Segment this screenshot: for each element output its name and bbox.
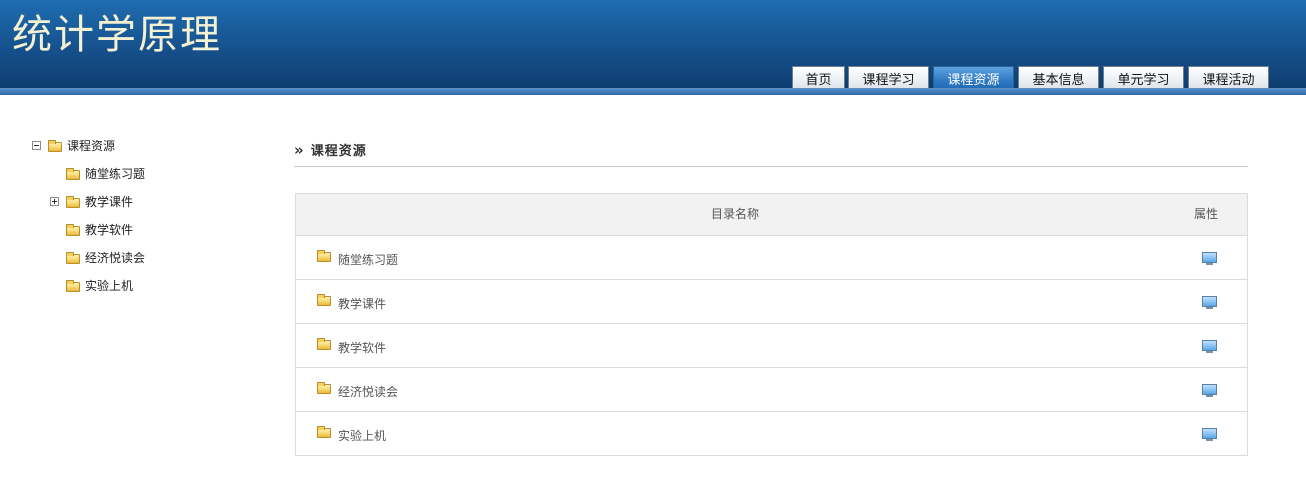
site-title: 统计学原理	[12, 12, 222, 58]
folder-icon	[66, 196, 80, 208]
monitor-icon[interactable]	[1202, 428, 1217, 441]
column-header-name: 目录名称	[710, 207, 759, 221]
monitor-icon[interactable]	[1202, 340, 1217, 353]
monitor-icon[interactable]	[1202, 384, 1217, 397]
folder-icon	[66, 280, 80, 292]
tree-node-label: 课程资源	[67, 139, 116, 153]
folder-icon	[66, 224, 80, 236]
table-row[interactable]: 教学软件	[296, 324, 1247, 368]
table-row[interactable]: 教学课件	[296, 280, 1247, 324]
table-row[interactable]: 随堂练习题	[296, 236, 1247, 280]
folder-icon	[66, 252, 80, 264]
monitor-icon[interactable]	[1202, 296, 1217, 309]
section-title-text: 课程资源	[310, 144, 367, 159]
tree-node-label: 教学课件	[85, 195, 134, 209]
tree-node-label: 随堂练习题	[85, 167, 146, 181]
row-name-link[interactable]: 教学软件	[338, 339, 386, 356]
folder-icon	[66, 168, 80, 180]
row-name-link[interactable]: 实验上机	[338, 427, 386, 444]
folder-icon	[317, 382, 331, 394]
expand-icon[interactable]	[50, 197, 59, 206]
folder-icon	[317, 338, 331, 350]
row-name-link[interactable]: 经济悦读会	[338, 383, 398, 400]
table-row[interactable]: 实验上机	[296, 412, 1247, 456]
site-header: 统计学原理 首页 课程学习 课程资源 基本信息 单元学习 课程活动	[0, 0, 1306, 95]
table-header: 目录名称 属性	[296, 194, 1247, 236]
folder-icon	[48, 140, 62, 152]
folder-icon	[317, 426, 331, 438]
directory-table: 目录名称 属性 随堂练习题 教学课件 教学软件 经济悦读会 实验上机	[295, 193, 1248, 456]
folder-icon	[317, 294, 331, 306]
row-name-link[interactable]: 教学课件	[338, 295, 386, 312]
header-bottom-strip	[0, 88, 1306, 95]
collapse-icon[interactable]	[32, 141, 41, 150]
folder-icon	[317, 250, 331, 262]
column-header-properties: 属性	[1193, 207, 1218, 221]
table-row[interactable]: 经济悦读会	[296, 368, 1247, 412]
tree-node-label: 教学软件	[85, 223, 134, 237]
row-name-link[interactable]: 随堂练习题	[338, 251, 398, 268]
section-title: » 课程资源	[294, 140, 367, 160]
section-divider	[294, 166, 1248, 167]
tree-node-label: 经济悦读会	[85, 251, 146, 265]
double-chevron-right-icon: »	[294, 141, 305, 159]
tree-node-label: 实验上机	[85, 279, 134, 293]
monitor-icon[interactable]	[1202, 252, 1217, 265]
